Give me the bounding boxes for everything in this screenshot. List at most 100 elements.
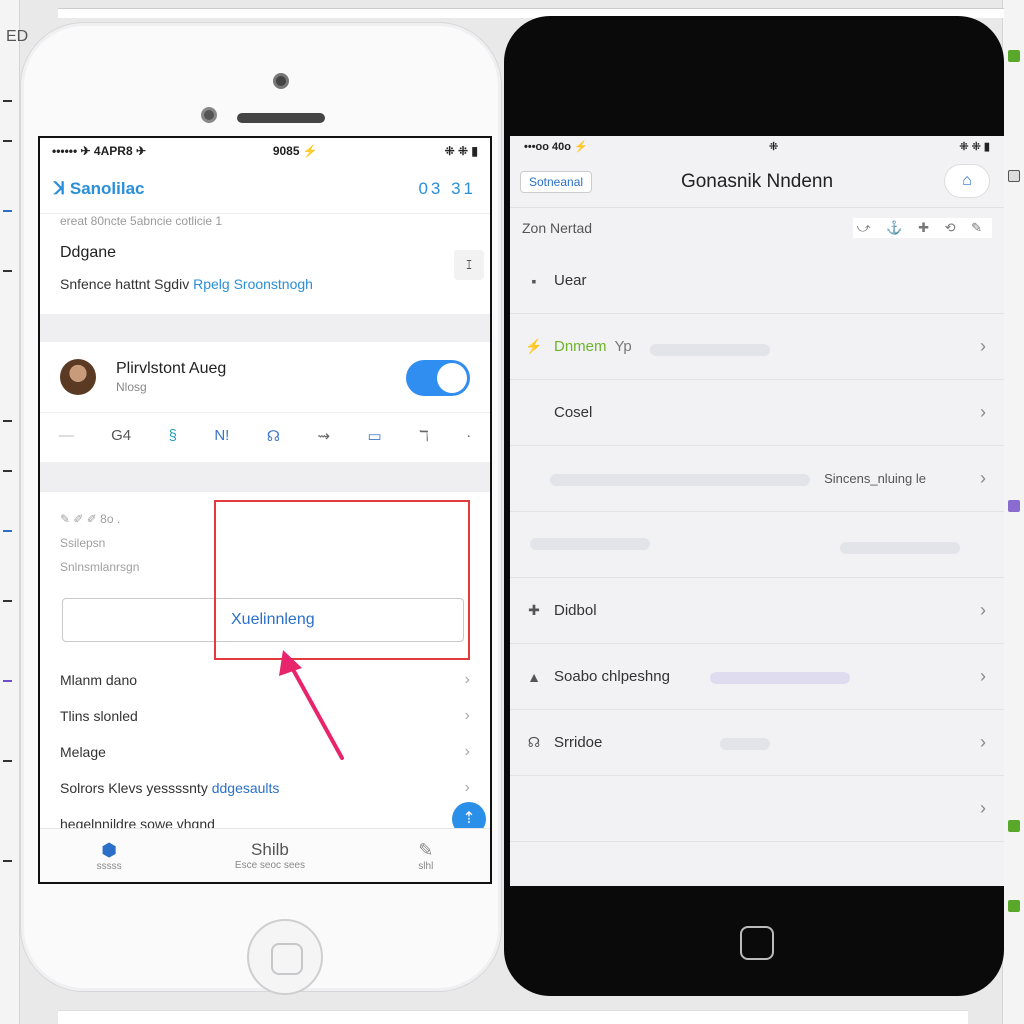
home-button[interactable] [247, 919, 323, 995]
icon-row-g4-icon[interactable]: G4 [111, 427, 131, 444]
account-name: Plirvlstont Aueg [116, 360, 227, 377]
list-item[interactable]: Solrors Klevs yessssnty ddgesaults › [40, 770, 490, 806]
blurred-content [550, 474, 810, 486]
nav-bar: ꓘ Sanolilac 03 31 [40, 164, 490, 214]
section-divider [40, 462, 490, 492]
chevron-right-icon: › [464, 743, 470, 760]
nav-right-icons[interactable]: 03 31 [418, 179, 476, 199]
account-toggle[interactable] [406, 360, 470, 396]
icon-row-headset-icon[interactable]: ☊ [267, 427, 280, 445]
toolbar-swatch [1008, 170, 1020, 182]
blurred-content [710, 672, 850, 684]
nav-title[interactable]: ꓘ Sanolilac [54, 179, 145, 199]
list-item-link[interactable]: ddgesaults [212, 780, 280, 796]
settings-row-label: Dnmem [554, 338, 607, 355]
toolbar-tick [3, 140, 12, 142]
plus-icon: ✚ [528, 602, 540, 618]
icon-row-dash-icon[interactable]: — [59, 427, 74, 444]
camera-icon [273, 73, 289, 89]
toolbar-tick [3, 270, 12, 272]
list-item-text: Solrors Klevs yessssnty ddgesaults [60, 780, 279, 796]
settings-row[interactable]: Sincens_nluing le › [510, 446, 1004, 512]
toolbar-tick [3, 680, 12, 682]
settings-row[interactable]: Cosel › [510, 380, 1004, 446]
list-item-label: Melage [60, 744, 106, 760]
status-mid: ⁜ [768, 140, 779, 153]
speaker-grille [237, 113, 325, 123]
settings-row[interactable]: ✚ Didbol › [510, 578, 1004, 644]
headset-icon: ☊ [527, 734, 541, 750]
list-item[interactable]: Mlanm dano › [40, 662, 490, 698]
toolbar-tick [3, 420, 12, 422]
settings-row[interactable]: › [510, 776, 1004, 842]
blurred-content [840, 542, 960, 554]
icon-row-dot-icon[interactable]: · [466, 427, 471, 444]
chevron-right-icon: › [464, 779, 470, 796]
settings-row-label: Uear [554, 272, 587, 289]
chevron-right-icon: › [980, 732, 986, 752]
settings-row[interactable]: ▪ Uear [510, 248, 1004, 314]
section-divider [40, 314, 490, 342]
tab-label: sssss [96, 860, 122, 872]
list-item[interactable]: Melage › [40, 734, 490, 770]
settings-row-label: Srridoe [554, 734, 603, 751]
settings-row[interactable]: ☊ Srridoe › [510, 710, 1004, 776]
status-bar: •••oo 40o ⚡ ⁜ ⁜ ⁜ ▮ [510, 136, 1004, 156]
subheader-label: Zon Nertad [522, 220, 593, 236]
status-carrier: •••oo 40o ⚡ [524, 140, 588, 153]
profile-icon[interactable]: ⌂ [944, 164, 990, 198]
right-phone-screen: •••oo 40o ⚡ ⁜ ⁜ ⁜ ▮ Gonasnik Nndenn Sotn… [510, 136, 1004, 886]
blurred-content [530, 538, 650, 550]
icon-row-hook-icon[interactable]: ℸ [419, 427, 429, 445]
toolbar-tick [3, 760, 12, 762]
chevron-right-icon: › [464, 707, 470, 724]
tab-middle[interactable]: Shilb Esce seoc sees [235, 840, 305, 871]
tab-label: Esce seoc sees [234, 860, 305, 871]
toolbar-swatch [1008, 50, 1020, 62]
home-button[interactable] [740, 926, 774, 960]
toolbar-tick [3, 530, 12, 532]
icon-row-wave-icon[interactable]: ⇝ [318, 427, 331, 445]
settings-row-label: Soabo chlpeshng [554, 668, 670, 685]
middle-tab-icon: Shilb [251, 840, 289, 859]
toolbar-swatch [1008, 500, 1020, 512]
list-item[interactable]: Tlins slonled › [40, 698, 490, 734]
editor-canvas: ED •••••• ✈ 4APR8 ✈ 9085 ⚡ ⁜ ⁜ ▮ ꓘ Sanol… [0, 0, 1024, 1024]
list-item-label: Mlanm dano [60, 672, 138, 688]
toolbar-tick [3, 860, 12, 862]
icon-row-section-icon[interactable]: § [169, 427, 177, 444]
section-line-text: Snfence hattnt Sgdiv [60, 276, 190, 292]
toolbar-tick [3, 600, 12, 602]
square-icon: ▪ [531, 272, 537, 289]
chevron-right-icon: › [980, 666, 986, 686]
settings-row[interactable]: ▲ Soabo chlpeshng › [510, 644, 1004, 710]
page-title: Gonasnik Nndenn [680, 170, 834, 192]
left-toolbar: ED [0, 0, 28, 1024]
tab-edit[interactable]: ✎ slhl [418, 840, 433, 872]
settings-row-label: Cosel [554, 404, 593, 421]
chevron-right-icon: › [980, 600, 986, 620]
blurred-content [720, 738, 770, 750]
account-subtitle: Nlosg [116, 380, 147, 394]
settings-row[interactable]: ⚡ Dnmem Yp › [510, 314, 1004, 380]
section-link[interactable]: Rpelg Sroonstnogh [193, 276, 313, 292]
side-action-icon[interactable]: ꕯ [454, 250, 484, 280]
icon-row-box-icon[interactable]: ▭ [368, 427, 382, 445]
section-block: Ddgane Snfence hattnt Sgdiv Rpelg Sroons… [40, 244, 490, 292]
settings-row-value: Sincens_nluing le [824, 471, 926, 486]
chevron-right-icon: › [980, 468, 986, 488]
bolt-icon: ⚡ [525, 338, 543, 354]
settings-row-label: Didbol [554, 602, 597, 619]
tab-home[interactable]: ⬢ sssss [97, 840, 122, 872]
tab-bar: ⬢ sssss Shilb Esce seoc sees ✎ slhl [40, 828, 490, 882]
toolbar-tick [3, 470, 12, 472]
avatar [60, 359, 96, 395]
toolbar-icons[interactable]: ⤻ ⚓ ✚ ⟲ ✎ [852, 218, 992, 238]
account-row[interactable]: Plirvlstont Aueg Nlosg [40, 342, 490, 412]
status-battery: ⁜ ⁜ ▮ [959, 140, 990, 153]
status-carrier: •••••• ✈ 4APR8 ✈ [52, 144, 147, 158]
status-time: 9085 ⚡ [272, 144, 318, 158]
chevron-right-icon: › [980, 402, 986, 422]
chevron-right-icon: › [980, 798, 986, 818]
icon-row-n-icon[interactable]: N! [214, 427, 229, 444]
